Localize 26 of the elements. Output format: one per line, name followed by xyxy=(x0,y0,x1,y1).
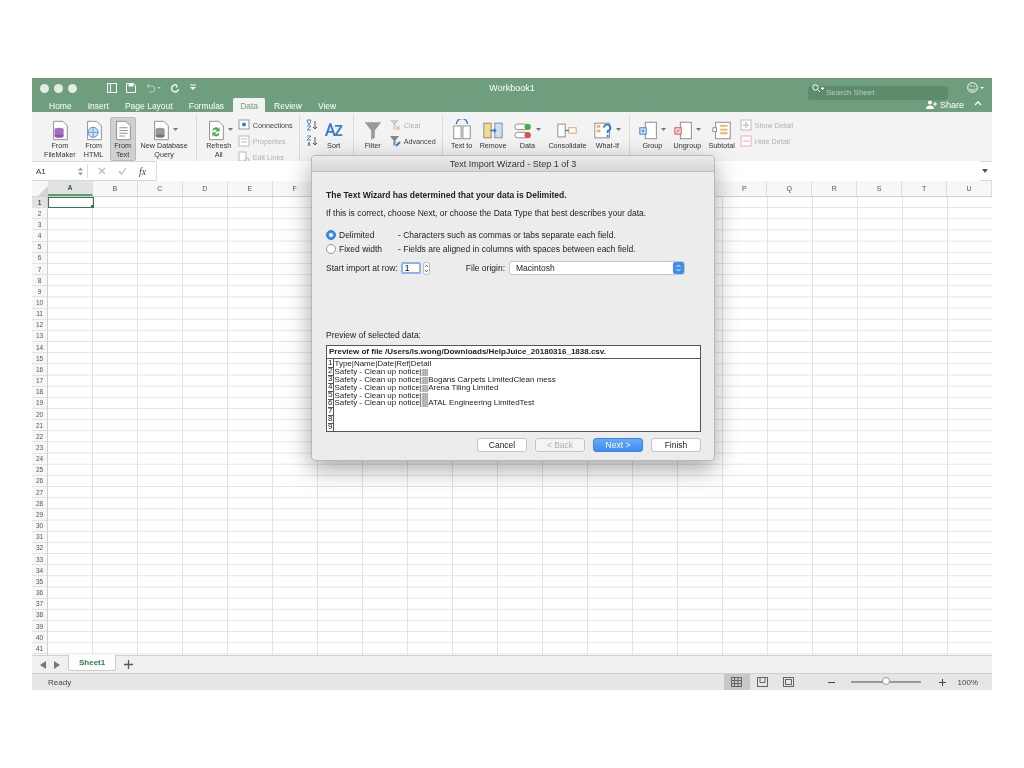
preview-line: Safety - Clean up notice||||Arena Tiling Limited xyxy=(334,383,499,392)
line-number: 9 xyxy=(328,422,335,432)
preview-label: Preview of selected data: xyxy=(326,330,422,340)
line-number: 3 xyxy=(328,375,335,385)
preview-line: Safety - Clean up notice||||Bogans Carpets LimitedClean mess xyxy=(334,375,556,384)
preview-line: Safety - Clean up notice||||ATAL Engineering LimitedTest xyxy=(334,399,535,408)
line-number: 7 xyxy=(328,406,335,416)
option-description: - Fields are aligned in columns with spaces between each field. xyxy=(398,244,636,254)
line-number: 8 xyxy=(328,414,335,424)
line-number: 5 xyxy=(328,391,335,400)
line-number: 2 xyxy=(328,367,335,377)
line-number: 1 xyxy=(328,359,335,369)
preview-line: Safety - Clean up notice|||| xyxy=(334,367,429,376)
field-label: File origin: xyxy=(465,263,506,273)
preview-title: Preview of file /Users/ls.wong/Downloads/HelpJuice_20180316_1838.csv. xyxy=(329,347,606,357)
line-number: 6 xyxy=(328,398,335,408)
preview-line: Safety - Clean up notice|||| xyxy=(334,391,429,400)
field-label: Start import at row: xyxy=(326,263,398,273)
dialog-heading: The Text Wizard has determined that your data is Delimited. xyxy=(326,190,568,200)
preview-line: Type|Name|Date|Ref|Detail xyxy=(334,359,432,368)
window-title: Workbook1 xyxy=(489,83,535,93)
status-text: Ready xyxy=(48,677,73,687)
instruction-text: If this is correct, choose Next, or choose the Data Type that best describes your data. xyxy=(326,208,648,218)
option-description: - Characters such as commas or tabs separate each field. xyxy=(398,230,616,240)
dialog-title: Text Import Wizard - Step 1 of 3 xyxy=(449,158,577,169)
line-number: 4 xyxy=(328,383,335,393)
